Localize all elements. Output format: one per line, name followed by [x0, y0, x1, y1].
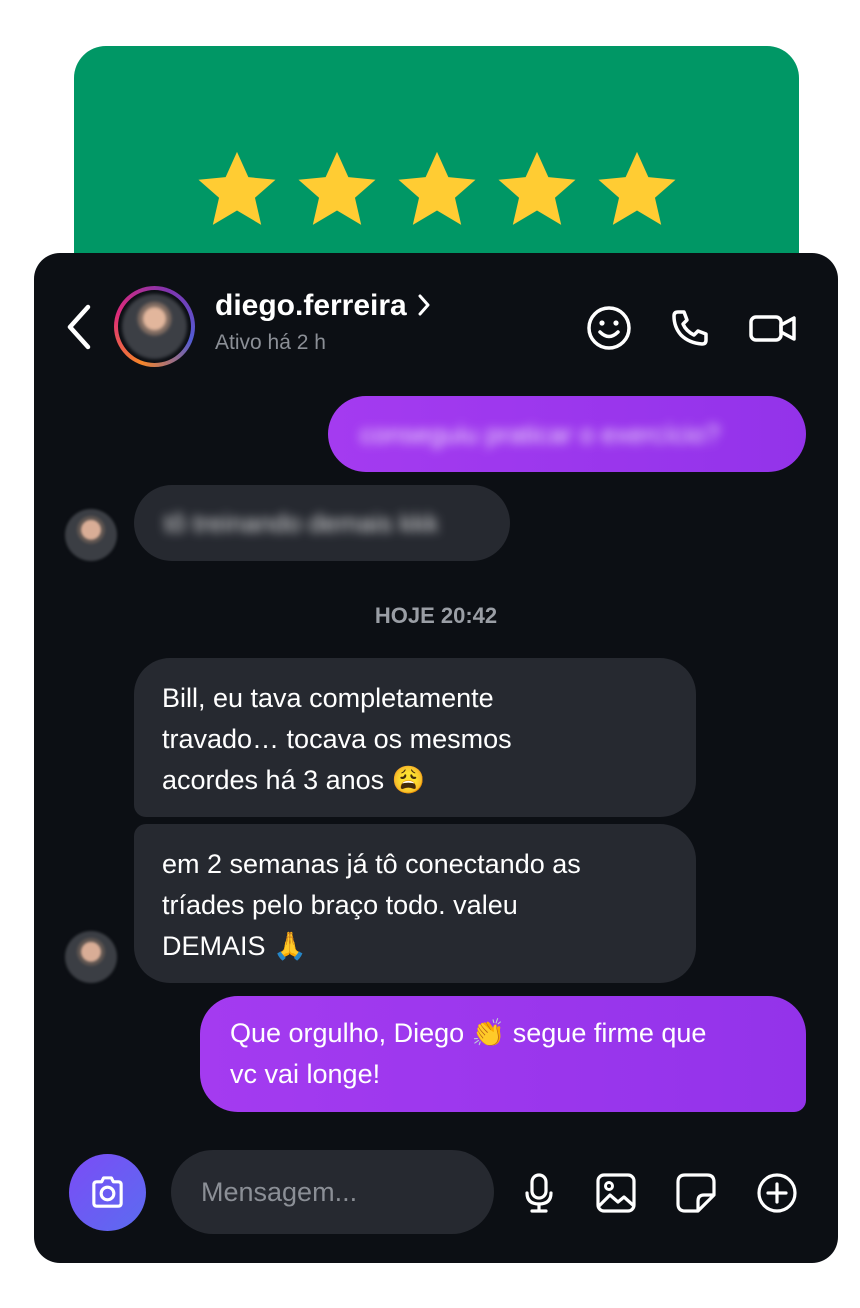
phone-icon[interactable] — [665, 303, 715, 353]
outgoing-message[interactable]: Que orgulho, Diego 👏 segue firme que vc … — [200, 996, 806, 1112]
incoming-message[interactable]: Bill, eu tava completamente travado… toc… — [134, 658, 696, 817]
back-chevron-icon[interactable] — [64, 303, 94, 351]
camera-button[interactable] — [69, 1154, 146, 1231]
outgoing-message-blurred[interactable]: conseguiu praticar o exercício? — [328, 396, 806, 472]
chat-window: diego.ferreira Ativo há 2 h conseguiu pr… — [34, 253, 838, 1263]
message-timestamp: HOJE 20:42 — [374, 603, 498, 628]
star-icon — [393, 146, 481, 234]
video-camera-icon[interactable] — [748, 303, 798, 353]
message-input[interactable] — [171, 1150, 494, 1234]
star-icon — [593, 146, 681, 234]
chevron-right-icon — [417, 290, 431, 316]
contact-status: Ativo há 2 h — [215, 331, 326, 354]
microphone-icon[interactable] — [517, 1171, 561, 1215]
sticker-icon[interactable] — [674, 1171, 718, 1215]
star-icon — [193, 146, 281, 234]
avatar[interactable] — [114, 286, 195, 367]
contact-name[interactable]: diego.ferreira — [215, 289, 431, 323]
star-icon — [293, 146, 381, 234]
incoming-message-blurred[interactable]: tô treinando demais kkk — [134, 485, 510, 561]
incoming-message[interactable]: em 2 semanas já tô conectando as tríades… — [134, 824, 696, 983]
avatar[interactable] — [65, 509, 117, 561]
contact-name-label: diego.ferreira — [215, 289, 407, 322]
avatar[interactable] — [65, 931, 117, 983]
star-rating — [74, 146, 799, 234]
incoming-message-blurred-text: tô treinando demais kkk — [164, 507, 439, 538]
camera-icon — [92, 1176, 123, 1208]
gallery-icon[interactable] — [594, 1171, 638, 1215]
smile-icon[interactable] — [584, 303, 634, 353]
outgoing-message-blurred-text: conseguiu praticar o exercício? — [360, 418, 720, 449]
plus-circle-icon[interactable] — [755, 1171, 799, 1215]
star-icon — [493, 146, 581, 234]
chat-header: diego.ferreira Ativo há 2 h — [34, 253, 838, 393]
message-composer — [34, 1143, 838, 1243]
